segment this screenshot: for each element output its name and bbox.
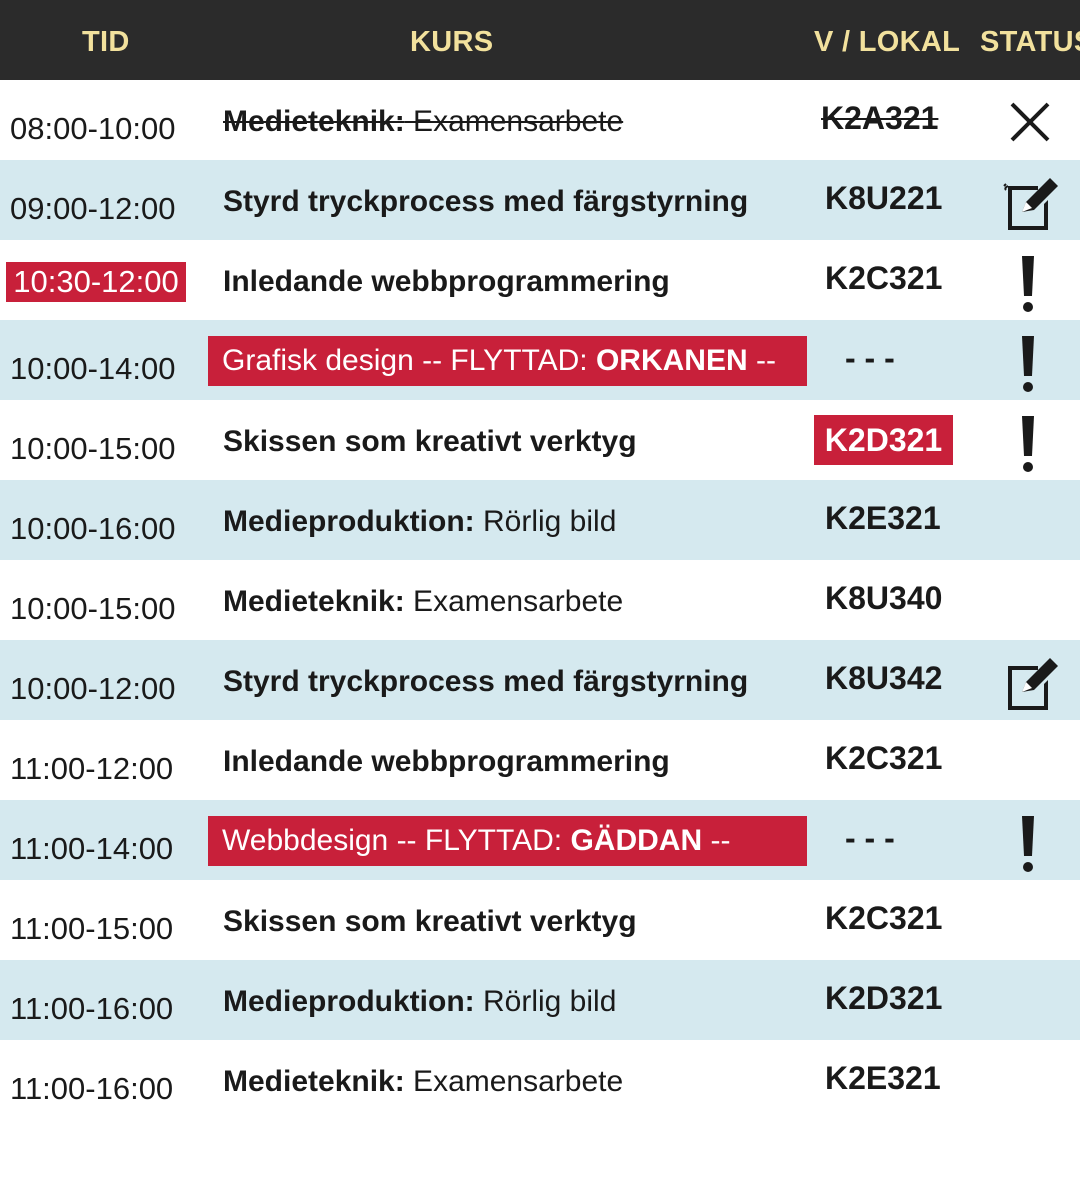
- new-location: ORKANEN: [595, 344, 748, 377]
- table-row: 10:00-12:00 Styrd tryckprocess med färgs…: [0, 640, 1080, 720]
- room-cell: K2C321: [825, 260, 943, 296]
- room-cell: K8U342: [825, 660, 943, 696]
- course-cell: Inledande webbprogrammering: [223, 742, 670, 782]
- course-cell-moved: Grafisk design -- FLYTTAD: ORKANEN --: [208, 336, 807, 386]
- course-name: Styrd tryckprocess med färgstyrning: [223, 185, 749, 218]
- course-cell: Styrd tryckprocess med färgstyrning: [223, 182, 748, 222]
- time-cell: 08:00-10:00: [10, 111, 176, 146]
- edit-note-icon: [998, 170, 1062, 234]
- course-name: Skissen som kreativt verktyg: [223, 425, 637, 458]
- time-cell: 11:00-15:00: [10, 911, 174, 946]
- cancelled-x-icon: [998, 90, 1062, 154]
- room-cell: K2C321: [825, 900, 943, 936]
- course-name: Inledande webbprogrammering: [223, 265, 670, 298]
- time-cell: 10:00-15:00: [10, 431, 176, 466]
- room-cell-changed: K2D321: [814, 415, 953, 465]
- time-cell: 11:00-16:00: [10, 991, 174, 1026]
- table-row: 11:00-16:00 Medieteknik: Examensarbete K…: [0, 1040, 1080, 1120]
- course-subject: Medieproduktion:: [223, 985, 475, 1018]
- course-name: Inledande webbprogrammering: [223, 745, 670, 778]
- time-cell: 10:00-14:00: [10, 351, 176, 386]
- course-name: Rörlig bild: [474, 505, 617, 538]
- table-row: 11:00-15:00 Skissen som kreativt verktyg…: [0, 880, 1080, 960]
- column-header-status: STATUS: [980, 26, 1080, 58]
- room-cell: - - -: [845, 340, 895, 376]
- room-cell: K2C321: [825, 740, 943, 776]
- exclamation-icon: [998, 410, 1062, 474]
- course-cell: Medieproduktion: Rörlig bild: [223, 502, 616, 542]
- table-row: 10:30-12:00 Inledande webbprogrammering …: [0, 240, 1080, 320]
- schedule-table: 08:00-10:00 Medieteknik: Examensarbete K…: [0, 80, 1080, 1120]
- moved-tail: --: [702, 824, 731, 857]
- table-row: 08:00-10:00 Medieteknik: Examensarbete K…: [0, 80, 1080, 160]
- course-cell: Skissen som kreativt verktyg: [223, 902, 637, 942]
- table-row: 11:00-16:00 Medieproduktion: Rörlig bild…: [0, 960, 1080, 1040]
- room-cell: K8U340: [825, 580, 943, 616]
- moved-tail: --: [747, 344, 776, 377]
- table-row: 10:00-14:00 Grafisk design -- FLYTTAD: O…: [0, 320, 1080, 400]
- exclamation-icon: [998, 250, 1062, 314]
- course-subject: Medieteknik:: [223, 1065, 405, 1098]
- course-name: Rörlig bild: [474, 985, 617, 1018]
- time-cell: 11:00-16:00: [10, 1071, 174, 1106]
- new-location: GÄDDAN: [570, 824, 703, 857]
- time-cell: 09:00-12:00: [10, 191, 176, 226]
- room-cell: - - -: [845, 820, 895, 856]
- course-cell: Medieteknik: Examensarbete: [223, 1062, 623, 1102]
- course-subject: Medieteknik:: [223, 585, 405, 618]
- time-cell: 10:00-16:00: [10, 511, 176, 546]
- course-name: Skissen som kreativt verktyg: [223, 905, 637, 938]
- edit-note-icon: [998, 650, 1062, 714]
- table-row: 10:00-15:00 Medieteknik: Examensarbete K…: [0, 560, 1080, 640]
- time-cell-changed: 10:30-12:00: [6, 262, 186, 302]
- table-row: 11:00-14:00 Webbdesign -- FLYTTAD: GÄDDA…: [0, 800, 1080, 880]
- room-cell: K2E321: [825, 500, 941, 536]
- room-cell: K2A321: [821, 100, 939, 136]
- time-cell: 10:00-15:00: [10, 591, 176, 626]
- course-name: Examensarbete: [404, 1065, 624, 1098]
- time-cell: 11:00-12:00: [10, 751, 174, 786]
- exclamation-icon: [998, 810, 1062, 874]
- room-cell: K8U221: [825, 180, 943, 216]
- exclamation-icon: [998, 330, 1062, 394]
- table-row: 10:00-15:00 Skissen som kreativt verktyg…: [0, 400, 1080, 480]
- course-name: Examensarbete: [404, 105, 624, 138]
- course-subject: Medieteknik:: [223, 105, 405, 138]
- column-header-time: TID: [82, 26, 130, 58]
- table-row: 10:00-16:00 Medieproduktion: Rörlig bild…: [0, 480, 1080, 560]
- course-cell: Medieteknik: Examensarbete: [223, 102, 631, 142]
- time-cell: 10:00-12:00: [10, 671, 176, 706]
- course-cell: Medieproduktion: Rörlig bild: [223, 982, 616, 1022]
- course-cell: Skissen som kreativt verktyg: [223, 422, 637, 462]
- table-row: 09:00-12:00 Styrd tryckprocess med färgs…: [0, 160, 1080, 240]
- course-name: Styrd tryckprocess med färgstyrning: [223, 665, 749, 698]
- course-cell: Inledande webbprogrammering: [223, 262, 670, 302]
- column-header-room: V / LOKAL: [814, 26, 961, 58]
- course-name: Examensarbete: [404, 585, 624, 618]
- room-cell: K2E321: [825, 1060, 941, 1096]
- course-cell: Medieteknik: Examensarbete: [223, 582, 623, 622]
- course-name: Webbdesign -- FLYTTAD:: [222, 824, 571, 857]
- room-cell: K2D321: [825, 980, 943, 1016]
- course-subject: Medieproduktion:: [223, 505, 475, 538]
- column-header-course: KURS: [410, 26, 494, 58]
- course-cell: Styrd tryckprocess med färgstyrning: [223, 662, 748, 702]
- schedule-header: TID KURS V / LOKAL STATUS: [0, 0, 1080, 80]
- table-row: 11:00-12:00 Inledande webbprogrammering …: [0, 720, 1080, 800]
- time-cell: 11:00-14:00: [10, 831, 174, 866]
- course-cell-moved: Webbdesign -- FLYTTAD: GÄDDAN --: [208, 816, 807, 866]
- course-name: Grafisk design -- FLYTTAD:: [222, 344, 596, 377]
